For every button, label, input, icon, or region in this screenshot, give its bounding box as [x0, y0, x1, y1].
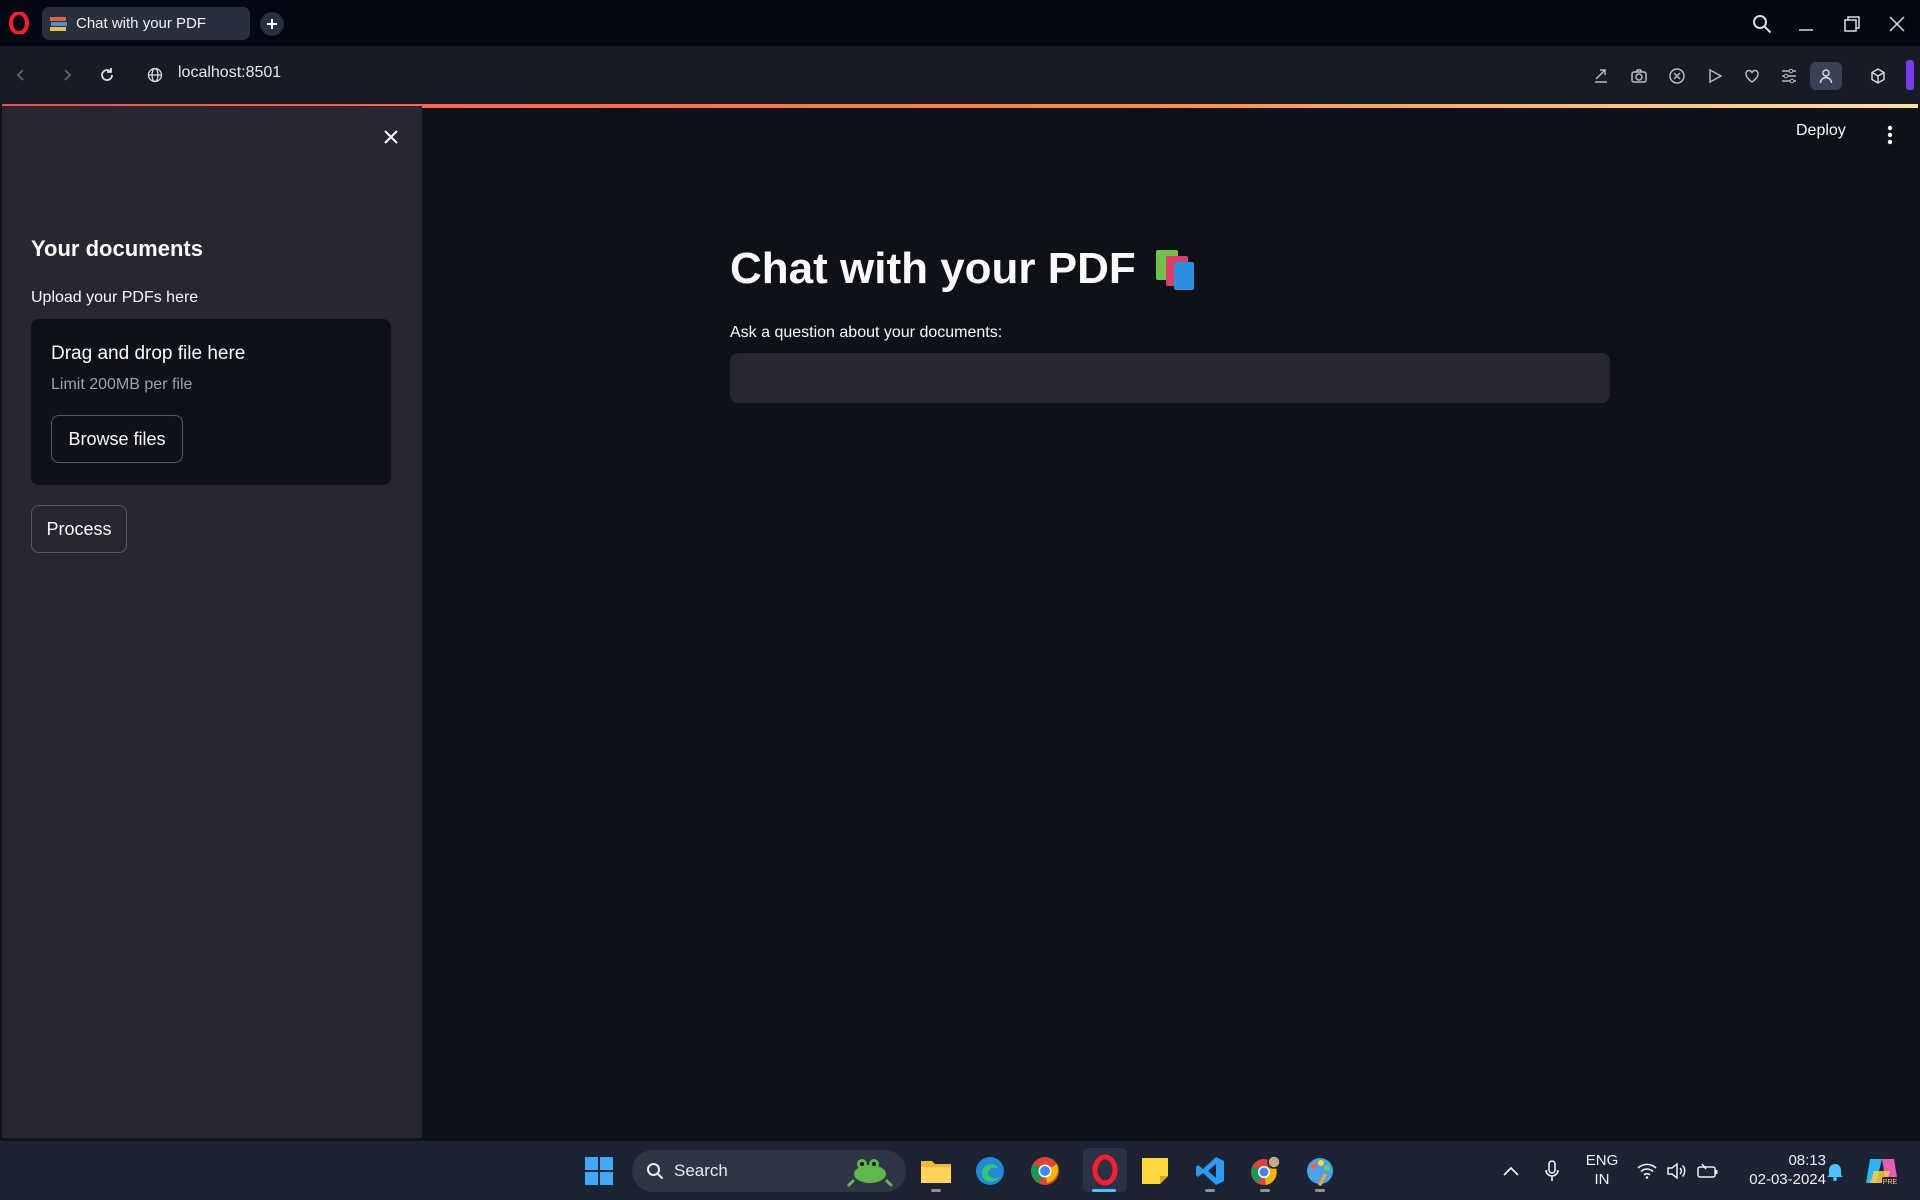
copilot-icon[interactable]: PRE [1862, 1154, 1902, 1188]
camera-icon [1631, 69, 1647, 83]
site-info-button[interactable] [142, 62, 168, 88]
show-hidden-icons-button[interactable] [1494, 1154, 1528, 1188]
snapshot-button[interactable] [1627, 64, 1651, 88]
process-button[interactable]: Process [31, 505, 127, 553]
clock-date: 02-03-2024 [1749, 1171, 1826, 1188]
main-menu-button[interactable] [1880, 122, 1900, 148]
vscode-icon[interactable] [1193, 1154, 1227, 1188]
dropzone-title: Drag and drop file here [51, 343, 246, 364]
close-window-button[interactable] [1883, 10, 1911, 38]
microphone-icon [1545, 1160, 1559, 1181]
reload-button[interactable] [94, 62, 120, 88]
restore-icon [1844, 16, 1860, 32]
region-code: IN [1594, 1171, 1610, 1188]
cube-icon [1871, 68, 1885, 84]
language-code: ENG [1585, 1152, 1619, 1169]
adblock-button[interactable] [1665, 64, 1689, 88]
file-dropzone[interactable]: Drag and drop file here Limit 200MB per … [31, 319, 391, 485]
active-indicator [1092, 1189, 1116, 1192]
question-label: Ask a question about your documents: [730, 324, 1003, 341]
microphone-button[interactable] [1535, 1154, 1569, 1188]
browser-titlebar: Chat with your PDF [0, 0, 1920, 46]
search-icon [647, 1163, 664, 1180]
clock[interactable]: 08:13 02-03-2024 [1728, 1151, 1826, 1189]
input-language[interactable]: ENG IN [1576, 1151, 1628, 1189]
deploy-button[interactable]: Deploy [1796, 122, 1846, 140]
back-arrow-icon [16, 69, 24, 81]
close-icon [1889, 16, 1905, 32]
paint-icon[interactable] [1303, 1154, 1337, 1188]
browse-files-button[interactable]: Browse files [51, 415, 183, 463]
minimize-icon [1799, 29, 1813, 31]
browser-tab[interactable]: Chat with your PDF [42, 7, 250, 40]
back-button[interactable] [8, 62, 34, 88]
restore-button[interactable] [1838, 10, 1866, 38]
running-indicator [1205, 1189, 1215, 1192]
file-explorer-icon[interactable] [919, 1154, 953, 1188]
opera-logo-icon[interactable] [8, 12, 30, 34]
minimize-button[interactable] [1792, 10, 1820, 38]
extensions-button[interactable] [1866, 64, 1890, 88]
search-icon [1753, 15, 1772, 34]
taskbar-search-label: Search [674, 1161, 728, 1180]
clock-time: 08:13 [1788, 1152, 1826, 1169]
speaker-icon [1667, 1162, 1686, 1180]
send-icon [1595, 69, 1607, 83]
chrome-profile-icon[interactable] [1248, 1154, 1282, 1188]
close-icon [384, 130, 398, 144]
frog-search-highlight-icon [846, 1159, 894, 1188]
opera-icon[interactable] [1083, 1148, 1127, 1192]
reload-icon [101, 68, 113, 81]
edge-icon[interactable] [973, 1154, 1007, 1188]
url-field[interactable]: localhost:8501 [178, 64, 281, 82]
play-icon [1709, 68, 1723, 84]
user-icon [1819, 69, 1833, 84]
globe-icon [147, 67, 163, 83]
notifications-button[interactable] [1818, 1154, 1852, 1188]
volume-button[interactable] [1659, 1154, 1693, 1188]
player-button[interactable] [1703, 64, 1727, 88]
books-icon [50, 16, 68, 32]
battery-button[interactable] [1691, 1154, 1725, 1188]
plus-icon [267, 19, 277, 29]
sidebar-accent-strip [1906, 60, 1914, 90]
profile-button[interactable] [1810, 62, 1842, 90]
running-indicator [1260, 1189, 1270, 1192]
forward-button[interactable] [54, 62, 80, 88]
sticky-notes-icon[interactable] [1138, 1154, 1172, 1188]
heart-icon [1745, 69, 1759, 83]
upload-label: Upload your PDFs here [31, 289, 199, 306]
wifi-icon [1637, 1163, 1657, 1179]
chrome-icon[interactable] [1028, 1154, 1062, 1188]
page-title-text: Chat with your PDF [730, 244, 1136, 293]
chevron-up-icon [1503, 1166, 1519, 1176]
new-tab-button[interactable] [260, 12, 284, 36]
svg-text:PRE: PRE [1883, 1179, 1898, 1186]
running-indicator [931, 1189, 941, 1192]
taskbar-search[interactable]: Search [632, 1150, 906, 1192]
send-button[interactable] [1589, 64, 1613, 88]
windows-start-icon[interactable] [582, 1154, 616, 1188]
dropzone-limit: Limit 200MB per file [51, 376, 193, 393]
forward-arrow-icon [64, 69, 72, 81]
books-icon [1154, 248, 1200, 290]
tab-title: Chat with your PDF [76, 15, 207, 32]
close-sidebar-button[interactable] [378, 124, 404, 150]
block-icon [1669, 68, 1685, 84]
battery-charging-icon [1697, 1163, 1718, 1178]
question-input[interactable] [730, 353, 1610, 403]
page-title: Chat with your PDF [730, 244, 1200, 294]
kebab-menu-icon [1887, 125, 1893, 145]
sidebar-heading: Your documents [31, 236, 203, 261]
easy-setup-button[interactable] [1777, 64, 1801, 88]
tab-search-button[interactable] [1748, 10, 1776, 38]
settings-sliders-icon [1782, 68, 1796, 84]
running-indicator [1315, 1189, 1325, 1192]
bell-icon [1827, 1164, 1843, 1181]
favorites-button[interactable] [1740, 64, 1764, 88]
